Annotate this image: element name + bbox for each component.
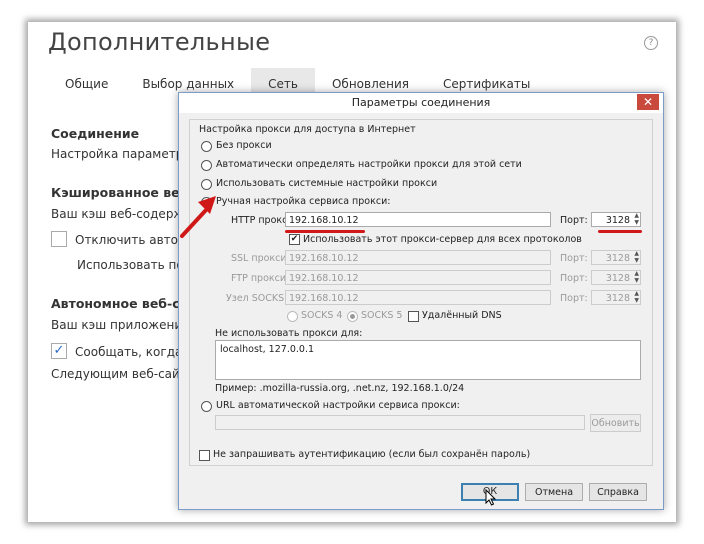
- red-underline-annotation: [285, 230, 365, 233]
- dialog-title: Параметры соединения: [179, 93, 663, 113]
- spinner-arrows-icon[interactable]: ▲ ▼: [632, 212, 639, 226]
- spinner-arrows-icon[interactable]: ▲ ▼: [632, 290, 639, 304]
- red-underline-annotation: [598, 230, 642, 233]
- socks-port-input[interactable]: 3128 ▲ ▼: [591, 290, 641, 305]
- auto-config-url-radio[interactable]: [201, 401, 212, 412]
- http-port-input[interactable]: 3128 ▲ ▼: [591, 212, 641, 227]
- no-proxy-radio[interactable]: [201, 141, 212, 152]
- ssl-proxy-label: SSL прокси:: [231, 253, 290, 264]
- no-auth-checkbox[interactable]: [199, 450, 210, 461]
- red-arrow-annotation-icon: [180, 196, 216, 238]
- auto-config-url-label: URL автоматической настройки сервиса про…: [216, 400, 460, 411]
- no-proxy-example: Пример: .mozilla-russia.org, .net.nz, 19…: [215, 383, 465, 394]
- proxy-group-label: Настройка прокси для доступа в Интернет: [199, 124, 416, 135]
- socks4-radio[interactable]: [287, 311, 298, 322]
- ssl-port-value: 3128: [605, 253, 630, 264]
- help-icon[interactable]: ?: [644, 36, 658, 50]
- auto-detect-radio[interactable]: [201, 160, 212, 171]
- preferences-title: Дополнительные: [48, 28, 271, 56]
- no-proxy-label: Без прокси: [216, 140, 272, 151]
- help-button[interactable]: Справка: [589, 483, 647, 501]
- use-under-text: Использовать под: [77, 258, 193, 272]
- ssl-proxy-input[interactable]: 192.168.10.12: [285, 250, 551, 265]
- notify-checkbox[interactable]: ✓: [51, 343, 67, 359]
- no-proxy-for-textarea[interactable]: localhost, 127.0.0.1: [215, 340, 641, 380]
- tab-general[interactable]: Общие: [48, 68, 125, 98]
- system-proxy-radio[interactable]: [201, 179, 212, 190]
- auto-config-url-input[interactable]: [215, 415, 585, 430]
- socks4-label: SOCKS 4: [301, 310, 343, 321]
- cancel-button[interactable]: Отмена: [525, 483, 583, 501]
- manual-proxy-label: Ручная настройка сервиса прокси:: [216, 196, 391, 207]
- http-proxy-input[interactable]: 192.168.10.12: [285, 212, 551, 227]
- socks-port-value: 3128: [605, 293, 630, 304]
- disable-auto-checkbox[interactable]: [51, 231, 67, 247]
- spinner-arrows-icon[interactable]: ▲ ▼: [632, 270, 639, 284]
- connection-text: Настройка параметров: [51, 147, 198, 161]
- ssl-port-input[interactable]: 3128 ▲ ▼: [591, 250, 641, 265]
- ftp-port-label: Порт:: [560, 273, 588, 284]
- http-port-value: 3128: [605, 215, 630, 226]
- mouse-cursor-icon: [485, 489, 497, 506]
- use-all-protocols-checkbox[interactable]: ✔: [289, 234, 300, 245]
- ftp-port-value: 3128: [605, 273, 630, 284]
- ftp-proxy-input[interactable]: 192.168.10.12: [285, 270, 551, 285]
- ftp-proxy-label: FTP прокси:: [231, 273, 290, 284]
- socks-host-label: Узел SOCKS:: [226, 293, 288, 304]
- socks5-label: SOCKS 5: [361, 310, 403, 321]
- remote-dns-label: Удалённый DNS: [422, 310, 502, 321]
- no-proxy-for-label: Не использовать прокси для:: [215, 328, 363, 339]
- no-auth-label: Не запрашивать аутентификацию (если был …: [213, 449, 531, 460]
- auto-detect-label: Автоматически определять настройки прокс…: [216, 159, 522, 170]
- spinner-arrows-icon[interactable]: ▲ ▼: [632, 250, 639, 264]
- connection-settings-dialog: Параметры соединения ✕ Настройка прокси …: [178, 92, 664, 510]
- socks-host-input[interactable]: 192.168.10.12: [285, 290, 551, 305]
- socks-port-label: Порт:: [560, 293, 588, 304]
- system-proxy-label: Использовать системные настройки прокси: [216, 178, 438, 189]
- no-proxy-for-value: localhost, 127.0.0.1: [220, 344, 315, 355]
- http-port-label: Порт:: [560, 215, 588, 226]
- socks5-radio[interactable]: [347, 311, 358, 322]
- remote-dns-checkbox[interactable]: [408, 311, 419, 322]
- close-icon[interactable]: ✕: [637, 94, 659, 110]
- use-all-protocols-label: Использовать этот прокси-сервер для всех…: [303, 234, 582, 245]
- reload-button[interactable]: Обновить: [590, 414, 641, 432]
- ftp-port-input[interactable]: 3128 ▲ ▼: [591, 270, 641, 285]
- ssl-port-label: Порт:: [560, 253, 588, 264]
- connection-heading: Соединение: [51, 126, 140, 141]
